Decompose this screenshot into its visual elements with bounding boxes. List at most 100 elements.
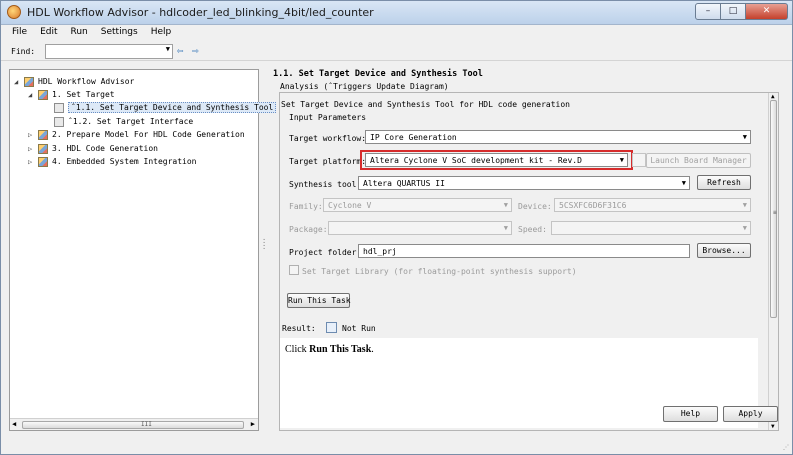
tree-item-task-1-1[interactable]: ˆ1.1. Set Target Device and Synthesis To… — [54, 101, 277, 114]
browse-button[interactable]: Browse... — [697, 243, 751, 258]
menu-edit[interactable]: Edit — [35, 25, 62, 42]
set-target-library-label: Set Target Library (for floating-point s… — [302, 267, 577, 276]
chevron-down-icon: ▼ — [681, 179, 686, 187]
tree-item-task-1-2[interactable]: ˆ1.2. Set Target Interface — [54, 115, 193, 128]
target-platform-extra-field — [632, 153, 646, 167]
speed-label: Speed: — [518, 225, 547, 234]
scrollbar-thumb[interactable]: ≡ — [770, 100, 777, 318]
find-next-arrow-icon[interactable]: ⇨ — [192, 45, 205, 57]
tree-expand-icon[interactable]: ▷ — [28, 158, 38, 166]
tree-collapse-icon[interactable]: ◢ — [14, 78, 24, 86]
scrollbar-grip-icon: ≡ — [773, 209, 777, 216]
tree-label-task-1-2: ˆ1.2. Set Target Interface — [68, 117, 194, 126]
project-folder-label: Project folder: — [289, 248, 362, 257]
result-label: Result: — [282, 324, 316, 333]
result-value: Not Run — [342, 324, 376, 333]
pane-splitter-grip-icon[interactable]: · · · · — [262, 237, 266, 253]
project-folder-value: hdl_prj — [363, 247, 397, 256]
launch-board-manager-button[interactable]: Launch Board Manager — [646, 153, 751, 168]
minimize-icon: – — [705, 6, 711, 16]
chevron-down-icon: ▼ — [503, 201, 508, 209]
tree-item-prepare-model[interactable]: ▷ 2. Prepare Model For HDL Code Generati… — [28, 128, 245, 141]
matlab-app-icon — [7, 5, 21, 19]
set-target-library-checkbox[interactable] — [289, 265, 299, 275]
target-platform-label: Target platform: — [289, 157, 367, 166]
tree-label-set-target: 1. Set Target — [52, 90, 115, 99]
workflow-folder-icon — [38, 156, 48, 167]
input-parameters-heading: Input Parameters — [289, 113, 367, 122]
menu-settings[interactable]: Settings — [96, 25, 143, 42]
workflow-folder-icon — [38, 89, 48, 100]
menu-file[interactable]: File — [7, 25, 32, 42]
task-checkbox-icon — [54, 116, 64, 127]
speed-select[interactable]: ▼ — [551, 221, 751, 235]
window-controls: – □ ✕ — [695, 3, 788, 20]
task-settings-scroll-area: Set Target Device and Synthesis Tool for… — [279, 92, 779, 431]
chevron-down-icon: ▼ — [742, 201, 747, 209]
workflow-folder-icon — [24, 76, 34, 87]
task-tree-pane: ◢ HDL Workflow Advisor ◢ 1. Set Target ˆ… — [9, 69, 277, 431]
help-button[interactable]: Help — [663, 406, 718, 422]
chevron-down-icon: ▼ — [742, 224, 747, 232]
family-label: Family: — [289, 202, 323, 211]
maximize-button[interactable]: □ — [721, 3, 746, 20]
target-workflow-select[interactable]: IP Core Generation ▼ — [365, 130, 751, 144]
tree-item-root[interactable]: ◢ HDL Workflow Advisor — [14, 75, 134, 88]
scroll-up-icon[interactable]: ▲ — [771, 93, 775, 100]
task-message-suffix: . — [371, 344, 374, 355]
close-button[interactable]: ✕ — [746, 3, 788, 20]
device-select[interactable]: 5CSXFC6D6F31C6 ▼ — [554, 198, 751, 212]
target-workflow-label: Target workflow: — [289, 134, 367, 143]
minimize-button[interactable]: – — [695, 3, 721, 20]
hdl-workflow-advisor-window: HDL Workflow Advisor - hdlcoder_led_blin… — [0, 0, 793, 455]
scroll-right-icon[interactable]: ▶ — [251, 420, 255, 428]
menu-run[interactable]: Run — [66, 25, 93, 42]
tree-horizontal-scrollbar[interactable]: ◀ III ▶ — [10, 418, 258, 430]
tree-label-hdl-code-generation: 3. HDL Code Generation — [52, 144, 158, 153]
package-select[interactable]: ▼ — [328, 221, 512, 235]
tree-item-hdl-code-generation[interactable]: ▷ 3. HDL Code Generation — [28, 142, 158, 155]
device-value: 5CSXFC6D6F31C6 — [559, 201, 627, 210]
result-status-icon — [326, 322, 337, 333]
scroll-down-icon[interactable]: ▼ — [771, 423, 775, 430]
task-description: Set Target Device and Synthesis Tool for… — [281, 100, 570, 109]
maximize-icon: □ — [728, 6, 738, 16]
tree-label-root: HDL Workflow Advisor — [38, 77, 135, 86]
synthesis-tool-select[interactable]: Altera QUARTUS II ▼ — [358, 176, 690, 190]
family-select[interactable]: Cyclone V ▼ — [323, 198, 512, 212]
tree-expand-icon[interactable]: ▷ — [28, 145, 38, 153]
family-value: Cyclone V — [328, 201, 372, 210]
find-previous-arrow-icon[interactable]: ⇦ — [177, 45, 190, 57]
find-toolbar: Find: ▼ ⇦ ⇨ — [1, 42, 792, 61]
run-this-task-button[interactable]: Run This Task — [287, 293, 351, 308]
tree-label-task-1-1: ˆ1.1. Set Target Device and Synthesis To… — [68, 102, 277, 113]
task-message: Click Run This Task. — [285, 344, 374, 355]
task-vertical-scrollbar[interactable]: ▲ ≡ ▼ — [768, 93, 778, 430]
tree-item-embedded-system[interactable]: ▷ 4. Embedded System Integration — [28, 155, 197, 168]
tree-item-set-target[interactable]: ◢ 1. Set Target — [28, 88, 115, 101]
title-bar: HDL Workflow Advisor - hdlcoder_led_blin… — [1, 1, 792, 25]
task-message-prefix: Click — [285, 344, 310, 355]
task-title: 1.1. Set Target Device and Synthesis Too… — [273, 69, 483, 79]
tree-expand-icon[interactable]: ▷ — [28, 131, 38, 139]
chevron-down-icon[interactable]: ▼ — [166, 45, 170, 53]
workflow-folder-icon — [38, 129, 48, 140]
tree-collapse-icon[interactable]: ◢ — [28, 91, 38, 99]
window-resize-grip-icon[interactable]: ⋰ — [783, 444, 789, 451]
project-folder-input[interactable]: hdl_prj — [358, 244, 690, 258]
close-icon: ✕ — [762, 6, 771, 16]
apply-button[interactable]: Apply — [723, 406, 778, 422]
scrollbar-thumb[interactable]: III — [22, 421, 244, 429]
target-platform-highlight — [360, 150, 633, 170]
refresh-button[interactable]: Refresh — [697, 175, 751, 190]
chevron-down-icon: ▼ — [503, 224, 508, 232]
find-input[interactable]: ▼ — [45, 44, 173, 59]
task-analysis-note: Analysis (ˆTriggers Update Diagram) — [280, 82, 449, 91]
menu-help[interactable]: Help — [146, 25, 177, 42]
target-workflow-value: IP Core Generation — [370, 133, 457, 142]
scroll-left-icon[interactable]: ◀ — [12, 420, 16, 428]
package-label: Package: — [289, 225, 328, 234]
task-message-emphasis: Run This Task — [309, 344, 372, 355]
device-label: Device: — [518, 202, 552, 211]
task-detail-pane: 1.1. Set Target Device and Synthesis Too… — [267, 65, 788, 431]
